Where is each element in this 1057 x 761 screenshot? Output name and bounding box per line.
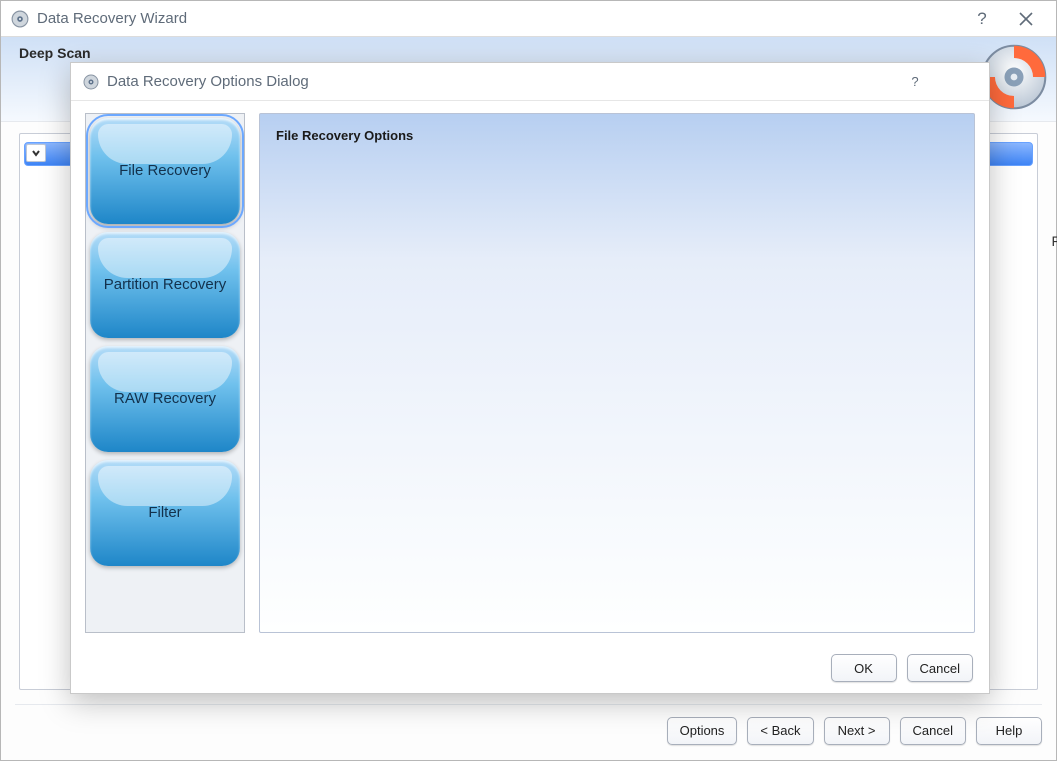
dialog-footer: OK Cancel [71, 643, 989, 693]
tab-partition-recovery[interactable]: Partition Recovery [90, 232, 240, 338]
tab-raw-recovery[interactable]: RAW Recovery [90, 346, 240, 452]
tab-filter-label: Filter [148, 504, 181, 523]
wizard-titlebar: Data Recovery Wizard ? [1, 1, 1056, 37]
content-heading: File Recovery Options [276, 128, 958, 143]
dialog-content-panel: File Recovery Options [259, 113, 975, 633]
wizard-help-button[interactable]: ? [960, 1, 1004, 36]
dialog-icon [83, 74, 99, 90]
tab-raw-recovery-label: RAW Recovery [114, 390, 216, 409]
dialog-sidebar: File Recovery Partition Recovery RAW Rec… [85, 113, 245, 633]
help-button[interactable]: Help [976, 717, 1042, 745]
edge-fragment-label: F [1051, 233, 1057, 249]
dialog-close-button[interactable] [937, 63, 981, 100]
back-button[interactable]: < Back [747, 717, 813, 745]
tab-filter[interactable]: Filter [90, 460, 240, 566]
tab-file-recovery[interactable]: File Recovery [90, 118, 240, 224]
tree-expand-button[interactable] [26, 144, 46, 162]
wizard-footer: Options < Back Next > Cancel Help [15, 704, 1042, 746]
ok-button[interactable]: OK [831, 654, 897, 682]
dialog-help-button[interactable]: ? [893, 63, 937, 100]
wizard-close-button[interactable] [1004, 1, 1048, 36]
wizard-step-title: Deep Scan [19, 45, 1038, 61]
wizard-title: Data Recovery Wizard [37, 10, 960, 27]
dialog-cancel-button[interactable]: Cancel [907, 654, 973, 682]
tab-partition-recovery-label: Partition Recovery [104, 276, 227, 295]
app-icon [11, 10, 29, 28]
dialog-title: Data Recovery Options Dialog [107, 73, 893, 90]
dialog-titlebar: Data Recovery Options Dialog ? [71, 63, 989, 101]
lifebuoy-cd-icon [980, 43, 1048, 111]
wizard-cancel-button[interactable]: Cancel [900, 717, 966, 745]
tab-file-recovery-label: File Recovery [119, 162, 211, 181]
options-button[interactable]: Options [667, 717, 738, 745]
dialog-body: File Recovery Partition Recovery RAW Rec… [71, 101, 989, 643]
next-button[interactable]: Next > [824, 717, 890, 745]
options-dialog: Data Recovery Options Dialog ? File Reco… [70, 62, 990, 694]
